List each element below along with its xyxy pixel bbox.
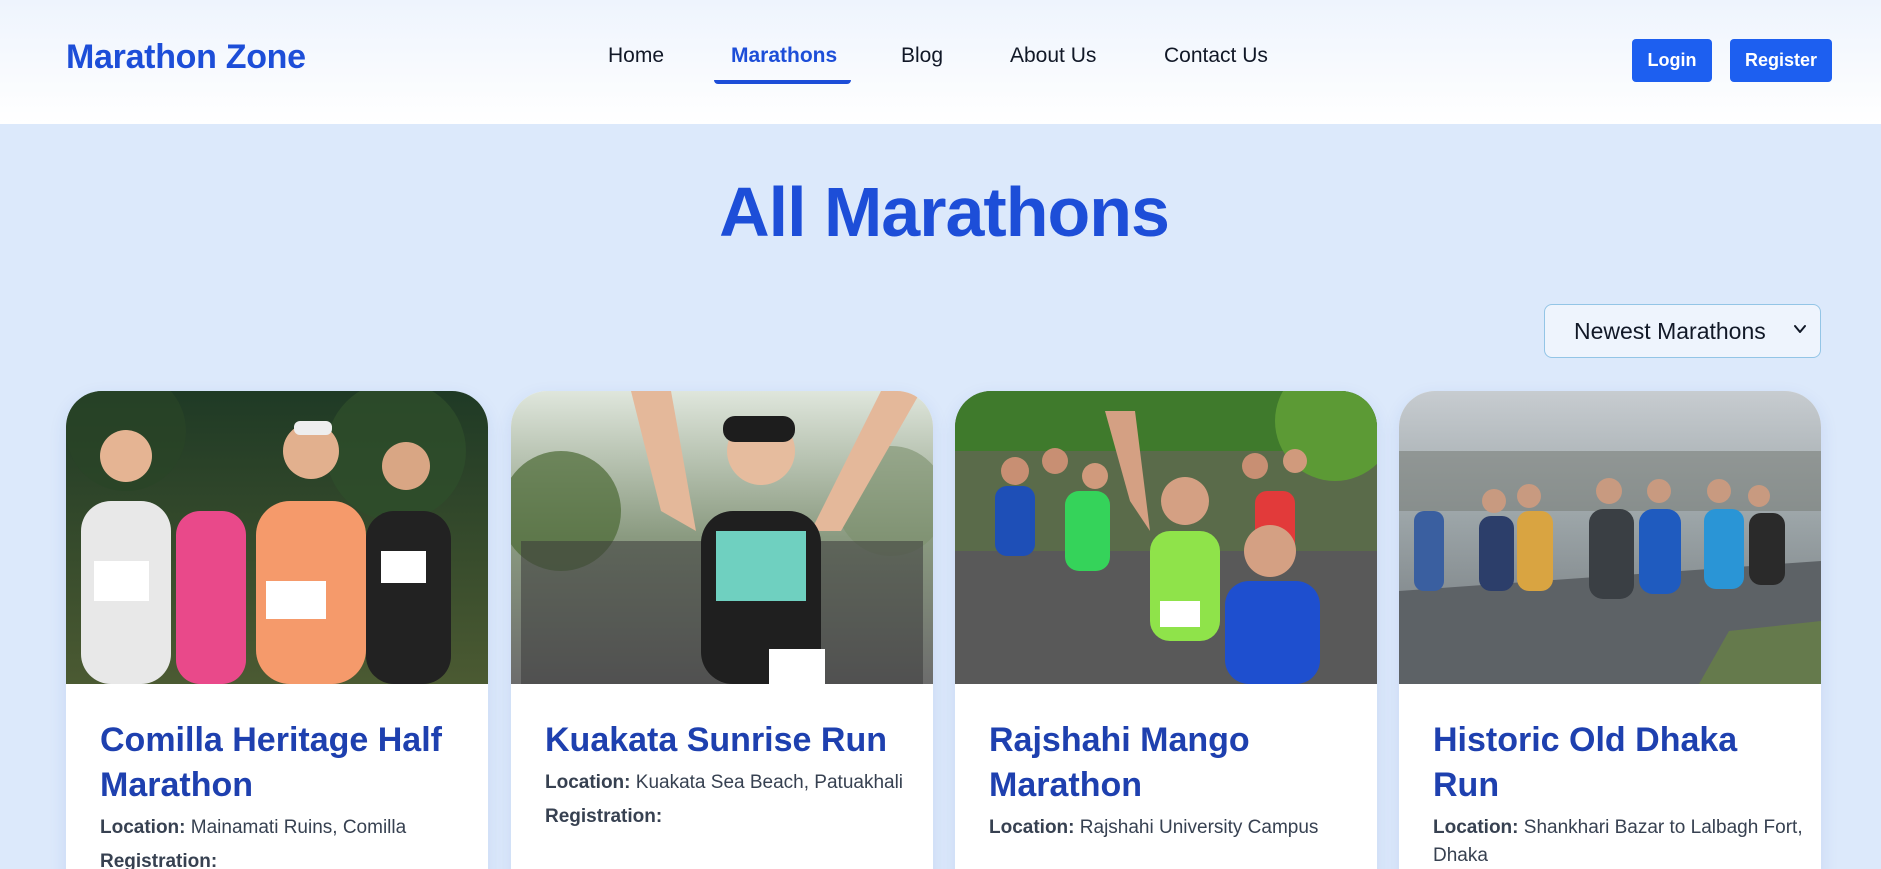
- marathon-title: Comilla Heritage Half Marathon: [100, 721, 442, 804]
- marathon-image: [66, 391, 488, 684]
- marathon-location: Location: Rajshahi University Campus: [989, 814, 1359, 842]
- chevron-down-icon: [1794, 325, 1806, 333]
- marathon-location: Location: Shankhari Bazar to Lalbagh For…: [1433, 814, 1803, 869]
- page-title: All Marathons: [719, 173, 1170, 251]
- nav-marathons[interactable]: Marathons: [731, 44, 837, 68]
- site-header: Marathon Zone Home Marathons Blog About …: [0, 0, 1881, 124]
- marathon-card[interactable]: Comilla Heritage Half Marathon Location:…: [66, 391, 488, 869]
- location-label: Location:: [1433, 817, 1519, 838]
- nav-blog[interactable]: Blog: [901, 44, 943, 68]
- active-nav-indicator: [714, 80, 851, 84]
- location-value: Mainamati Ruins, Comilla: [190, 817, 407, 838]
- marathon-image: [1399, 391, 1821, 684]
- registration-label: Registration:: [545, 806, 663, 827]
- marathon-registration: Registration:: [545, 803, 915, 831]
- register-button[interactable]: Register: [1730, 39, 1832, 82]
- marathon-registration: Registration:: [100, 848, 470, 869]
- sort-selected-value: Newest Marathons: [1574, 317, 1766, 344]
- marathon-card[interactable]: Historic Old Dhaka Run Location: Shankha…: [1399, 391, 1821, 869]
- marathon-card[interactable]: Rajshahi Mango Marathon Location: Rajsha…: [955, 391, 1377, 869]
- marathon-location: Location: Mainamati Ruins, Comilla: [100, 814, 470, 842]
- nav-home[interactable]: Home: [608, 44, 664, 68]
- location-label: Location:: [989, 817, 1075, 838]
- nav-contact-us[interactable]: Contact Us: [1164, 44, 1268, 68]
- registration-label: Registration:: [100, 851, 218, 869]
- marathon-card[interactable]: Kuakata Sunrise Run Location: Kuakata Se…: [511, 391, 933, 869]
- location-label: Location:: [545, 772, 631, 793]
- marathon-title: Historic Old Dhaka Run: [1433, 721, 1738, 804]
- location-label: Location:: [100, 817, 186, 838]
- nav-about-us[interactable]: About Us: [1010, 44, 1096, 68]
- login-button[interactable]: Login: [1632, 39, 1712, 82]
- location-value: Kuakata Sea Beach, Patuakhali: [635, 772, 904, 793]
- location-value: Rajshahi University Campus: [1079, 817, 1319, 838]
- marathon-image: [511, 391, 933, 684]
- sort-select[interactable]: Newest Marathons: [1544, 304, 1821, 358]
- marathon-location: Location: Kuakata Sea Beach, Patuakhali: [545, 769, 915, 797]
- marathon-image: [955, 391, 1377, 684]
- marathon-title: Kuakata Sunrise Run: [545, 721, 887, 759]
- marathon-title: Rajshahi Mango Marathon: [989, 721, 1250, 804]
- main-nav: Home Marathons Blog About Us Contact Us: [0, 0, 1881, 124]
